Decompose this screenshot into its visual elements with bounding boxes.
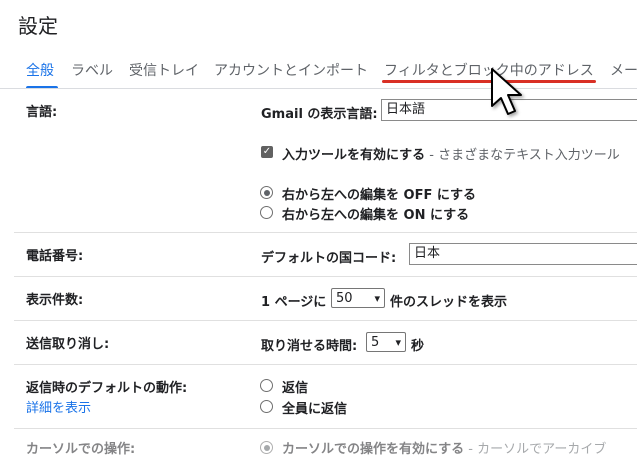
country-code-label: デフォルトの国コード: <box>261 251 397 266</box>
reply-option-label: 返信 <box>282 381 309 396</box>
cursor-ops-label: カーソルでの操作: <box>26 442 136 457</box>
reply-default-label: 返信時のデフォルトの動作: <box>26 381 188 396</box>
rtl-off-radio[interactable] <box>260 186 273 199</box>
tab-general[interactable]: 全般 <box>26 60 54 80</box>
tab-forwarding[interactable]: メー <box>610 60 637 80</box>
page-size-value: 50 <box>336 291 353 306</box>
tabs-divider <box>0 88 637 89</box>
cursor-ops-text: カーソルでの操作を有効にする - カーソルでアーカイブ <box>282 438 606 457</box>
page-size-label: 表示件数: <box>26 293 84 308</box>
mouse-pointer-icon <box>491 68 522 115</box>
undo-send-prefix: 取り消せる時間: <box>261 339 358 354</box>
row-divider <box>14 428 637 429</box>
display-language-label: Gmail の表示言語: <box>261 107 378 122</box>
tab-accounts-import[interactable]: アカウントとインポート <box>214 60 368 80</box>
input-tools-label: 入力ツールを有効にする <box>282 148 426 163</box>
details-link[interactable]: 詳細を表示 <box>26 397 91 416</box>
tab-labels[interactable]: ラベル <box>71 60 113 80</box>
row-divider <box>14 364 637 365</box>
row-divider <box>14 320 637 321</box>
page-title: 設定 <box>18 14 58 38</box>
chevron-down-icon: ▾ <box>395 336 401 349</box>
undo-send-suffix: 秒 <box>411 339 425 354</box>
phone-label: 電話番号: <box>26 249 84 264</box>
undo-send-select[interactable]: 5 ▾ <box>366 332 406 352</box>
rtl-on-label: 右から左への編集を ON にする <box>282 208 470 223</box>
page-size-prefix: 1 ページに <box>261 295 327 310</box>
chevron-down-icon: ▾ <box>374 292 380 305</box>
language-label: 言語: <box>26 105 58 120</box>
cursor-ops-desc: - カーソルでアーカイブ <box>464 442 607 457</box>
rtl-off-label: 右から左への編集を OFF にする <box>282 188 476 203</box>
settings-tabs: 全般 ラベル 受信トレイ アカウントとインポート フィルタとブロック中のアドレス… <box>0 58 637 89</box>
reply-all-option-label: 全員に返信 <box>282 402 348 417</box>
input-tools-text: 入力ツールを有効にする - さまざまなテキスト入力ツール <box>282 144 620 163</box>
undo-send-value: 5 <box>371 335 380 350</box>
input-tools-desc: - さまざまなテキスト入力ツール <box>425 148 620 163</box>
cursor-ops-option: カーソルでの操作を有効にする <box>282 442 465 457</box>
row-divider <box>14 276 637 277</box>
reply-radio[interactable] <box>260 379 273 392</box>
country-code-field[interactable]: 日本 <box>409 243 637 265</box>
page-size-suffix: 件のスレッドを表示 <box>390 295 508 310</box>
page-size-select[interactable]: 50 ▾ <box>331 288 385 308</box>
tab-inbox[interactable]: 受信トレイ <box>129 60 199 80</box>
reply-all-radio[interactable] <box>260 400 273 413</box>
input-tools-checkbox[interactable]: ✓ <box>261 146 273 158</box>
row-divider <box>14 232 637 233</box>
undo-send-label: 送信取り消し: <box>26 337 110 352</box>
rtl-on-radio[interactable] <box>260 206 273 219</box>
cursor-ops-radio[interactable] <box>260 441 273 454</box>
